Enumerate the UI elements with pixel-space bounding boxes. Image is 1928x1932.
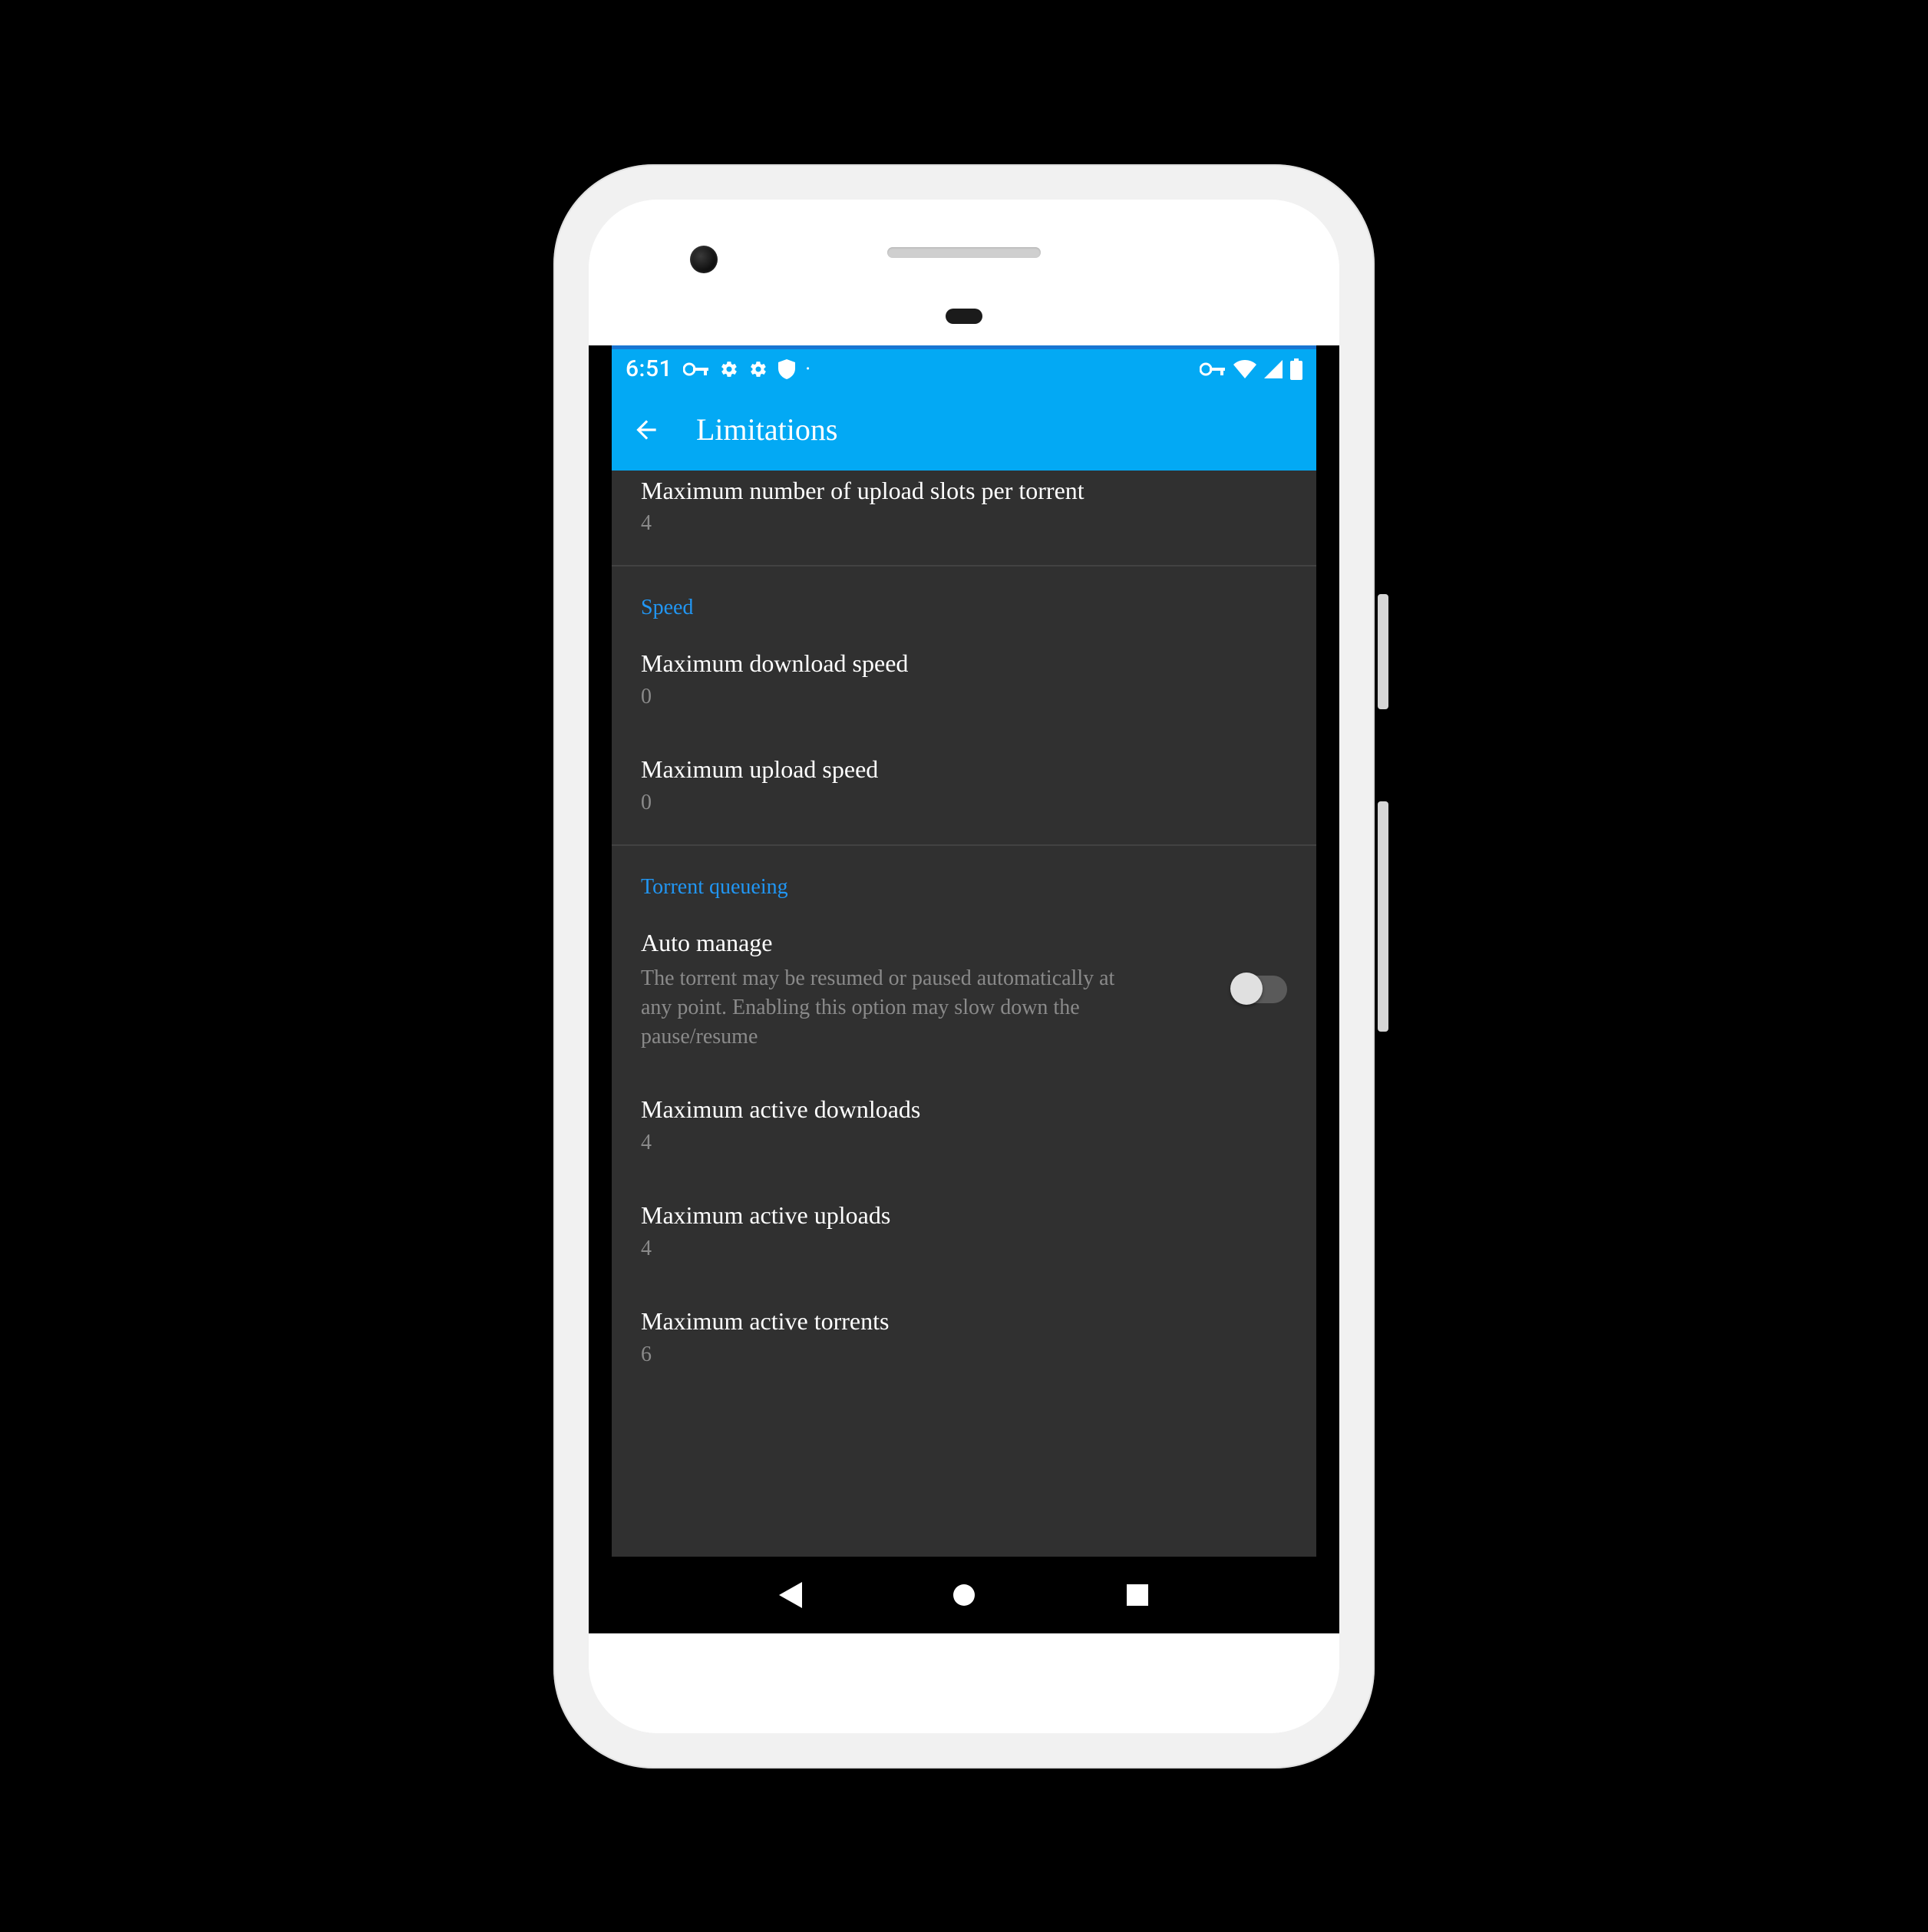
- screen-wrapper: 6:51 •: [589, 345, 1339, 1633]
- pref-title: Maximum active torrents: [641, 1306, 1287, 1338]
- screen: 6:51 •: [612, 345, 1316, 1633]
- battery-icon: [1290, 358, 1302, 380]
- section-queue: Torrent queueing: [612, 846, 1316, 907]
- pref-active-torrents[interactable]: Maximum active torrents 6: [612, 1286, 1316, 1392]
- pref-upload-slots[interactable]: Maximum number of upload slots per torre…: [612, 471, 1316, 561]
- pref-title: Maximum active downloads: [641, 1094, 1287, 1126]
- status-bar: 6:51 •: [612, 349, 1316, 389]
- status-right: [1200, 358, 1302, 380]
- pref-title: Maximum active uploads: [641, 1200, 1287, 1232]
- page-title: Limitations: [696, 411, 837, 447]
- nav-recents-button[interactable]: [1122, 1580, 1153, 1610]
- phone-side-button-2: [1378, 801, 1388, 1032]
- android-nav-bar: [612, 1557, 1316, 1633]
- pref-value: 4: [641, 1129, 1287, 1157]
- phone-inner: 6:51 •: [589, 200, 1339, 1733]
- auto-manage-switch[interactable]: [1232, 976, 1287, 1003]
- app-bar: Limitations: [612, 389, 1316, 471]
- circle-home-icon: [952, 1584, 976, 1607]
- switch-knob: [1230, 973, 1263, 1005]
- pref-max-download[interactable]: Maximum download speed 0: [612, 628, 1316, 734]
- camera-dot: [690, 246, 718, 273]
- triangle-back-icon: [779, 1582, 802, 1608]
- nav-back-button[interactable]: [775, 1580, 806, 1610]
- settings-list[interactable]: Maximum number of upload slots per torre…: [612, 471, 1316, 1557]
- phone-frame: 6:51 •: [553, 164, 1375, 1769]
- section-speed: Speed: [612, 566, 1316, 628]
- square-recents-icon: [1127, 1584, 1148, 1606]
- pref-value: 4: [641, 1235, 1287, 1263]
- nav-home-button[interactable]: [949, 1580, 979, 1610]
- dot-icon: •: [806, 363, 810, 375]
- pref-title: Maximum upload speed: [641, 754, 1287, 786]
- phone-bezel-bottom: [589, 1633, 1339, 1733]
- vpn-key-icon-2: [1200, 362, 1226, 377]
- pref-value: 0: [641, 683, 1287, 711]
- wifi-icon: [1233, 360, 1256, 378]
- pref-value: 6: [641, 1341, 1287, 1369]
- status-time: 6:51: [626, 355, 672, 382]
- pref-active-uploads[interactable]: Maximum active uploads 4: [612, 1180, 1316, 1286]
- pref-value: 4: [641, 510, 1287, 537]
- pref-active-downloads[interactable]: Maximum active downloads 4: [612, 1074, 1316, 1180]
- signal-icon: [1264, 360, 1283, 378]
- shield-icon: [778, 359, 795, 379]
- pref-auto-manage[interactable]: Auto manage The torrent may be resumed o…: [612, 907, 1316, 1074]
- gear-icon: [720, 360, 738, 378]
- pref-subtitle: The torrent may be resumed or paused aut…: [641, 964, 1117, 1051]
- pref-title: Auto manage: [641, 927, 1117, 959]
- pref-value: 0: [641, 789, 1287, 817]
- phone-side-button-1: [1378, 594, 1388, 709]
- speaker-slot: [887, 247, 1041, 258]
- gear-icon-2: [749, 360, 768, 378]
- vpn-key-icon: [683, 362, 709, 377]
- back-button[interactable]: [630, 414, 662, 446]
- arrow-back-icon: [632, 415, 661, 444]
- pref-title: Maximum download speed: [641, 648, 1287, 680]
- sensor-pill: [946, 309, 982, 324]
- pref-max-upload[interactable]: Maximum upload speed 0: [612, 734, 1316, 840]
- phone-bezel-top: [589, 200, 1339, 345]
- status-left: 6:51 •: [626, 355, 810, 382]
- pref-title: Maximum number of upload slots per torre…: [641, 475, 1287, 507]
